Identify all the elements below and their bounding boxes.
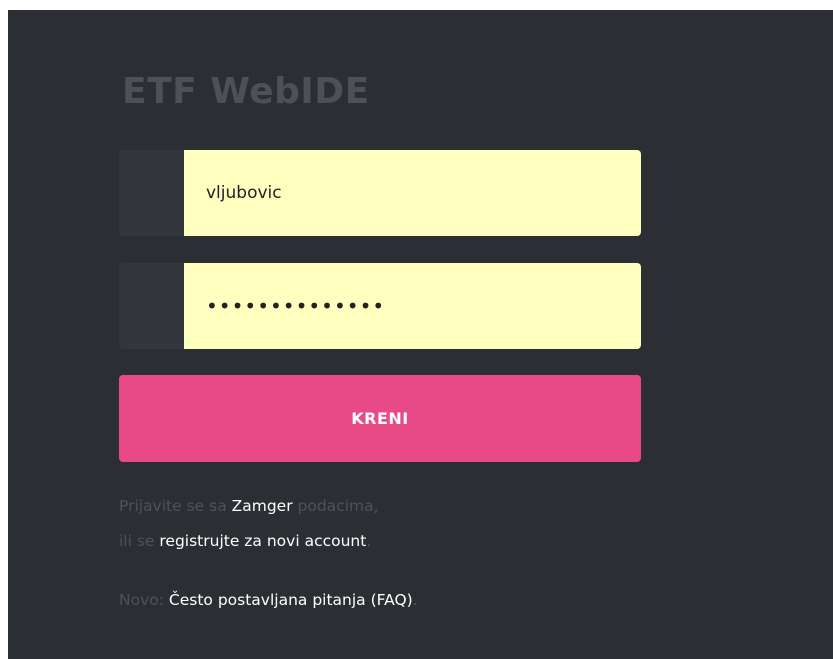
password-field	[119, 263, 641, 349]
faq-info-suffix: .	[412, 591, 418, 609]
login-button[interactable]: KRENI	[119, 375, 641, 462]
user-icon	[119, 150, 184, 236]
register-info-prefix: ili se	[119, 532, 160, 550]
zamger-info-prefix: Prijavite se sa	[119, 497, 232, 515]
register-info-suffix: .	[366, 532, 372, 550]
password-input[interactable]	[184, 263, 641, 349]
faq-link[interactable]: Često postavljana pitanja (FAQ)	[169, 591, 413, 609]
register-link[interactable]: registrujte za novi account	[159, 532, 366, 550]
lock-icon	[119, 263, 184, 349]
app-title: ETF WebIDE	[122, 71, 370, 112]
faq-info-prefix: Novo:	[119, 591, 169, 609]
zamger-info: Prijavite se sa Zamger podacima,	[119, 496, 379, 516]
zamger-link[interactable]: Zamger	[232, 497, 293, 515]
username-input[interactable]	[184, 150, 641, 236]
username-field	[119, 150, 641, 236]
faq-info: Novo: Često postavljana pitanja (FAQ).	[119, 590, 418, 610]
zamger-info-suffix: podacima,	[292, 497, 379, 515]
register-info: ili se registrujte za novi account.	[119, 531, 371, 551]
login-panel: ETF WebIDE KRENI Prijavite se sa Zamger …	[8, 10, 833, 659]
